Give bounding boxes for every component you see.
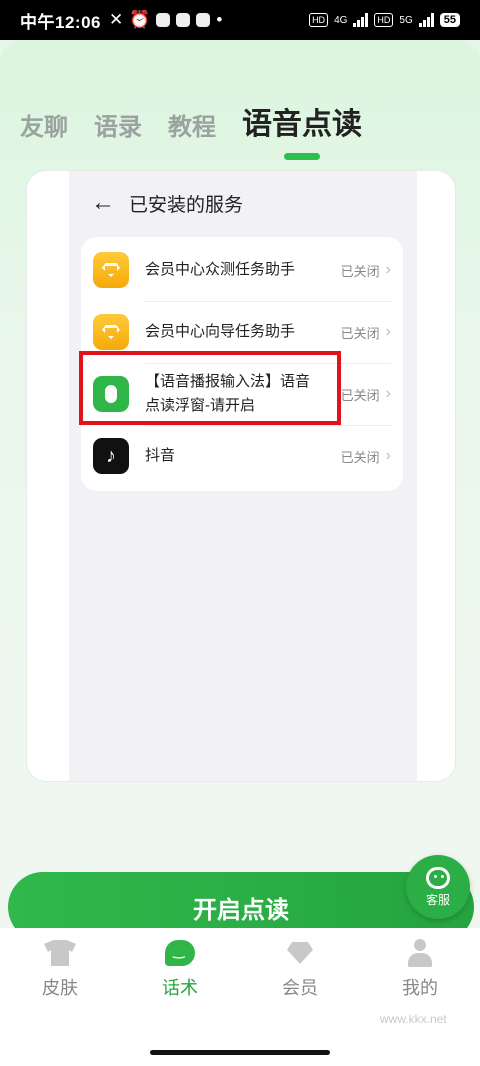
- service-name: 会员中心向导任务助手: [145, 323, 296, 340]
- service-row: 会员中心众测任务助手 已关闭 ›: [81, 239, 403, 301]
- service-status: 已关闭 ›: [340, 261, 391, 279]
- app-notification-icon: [196, 13, 211, 27]
- nav-label: 话术: [162, 978, 198, 998]
- service-name: 抖音: [145, 447, 176, 464]
- nav-skin[interactable]: 皮肤: [0, 928, 120, 1016]
- nav-label: 我的: [402, 978, 438, 998]
- person-icon: [403, 938, 437, 968]
- app-notification-icon: [176, 13, 191, 27]
- tab-yulu[interactable]: 语录: [94, 116, 142, 140]
- tab-youliao[interactable]: 友聊: [20, 116, 68, 140]
- watermark-text: www.kkx.net: [380, 1012, 447, 1026]
- status-time: 中午12:06: [20, 12, 101, 32]
- app-screen: 友聊 语录 教程 语音点读 ← 已安装的服务 会员中心众测任务助手 已关闭 › 会…: [0, 40, 480, 1066]
- service-status: 已关闭 ›: [340, 447, 391, 465]
- service-status: 已关闭 ›: [340, 385, 391, 403]
- chevron-right-icon: ›: [385, 261, 391, 278]
- chevron-right-icon: ›: [385, 447, 391, 464]
- tab-voice-read[interactable]: 语音点读: [242, 110, 362, 140]
- nav-label: 皮肤: [42, 978, 78, 998]
- dot-icon: •: [216, 10, 223, 29]
- preview-screen: ← 已安装的服务 会员中心众测任务助手 已关闭 › 会员中心向导任务助手 已关闭 ›: [69, 171, 417, 781]
- service-name: 会员中心众测任务助手: [145, 261, 296, 278]
- mute-icon: ✕: [108, 10, 124, 29]
- tab-jiaocheng[interactable]: 教程: [168, 116, 216, 140]
- status-right: HD 4G HD 5G 55: [309, 13, 460, 27]
- signal-bars-icon: [353, 13, 369, 27]
- chat-icon: [163, 938, 197, 968]
- customer-service-button[interactable]: 客服: [406, 855, 470, 919]
- preview-title: 已安装的服务: [129, 194, 244, 216]
- shirt-icon: [43, 938, 77, 968]
- battery-icon: 55: [439, 13, 460, 27]
- service-status: 已关闭 ›: [340, 323, 391, 341]
- signal-bars-icon: [418, 13, 434, 27]
- back-arrow-icon: ←: [91, 189, 115, 216]
- nav-label: 会员: [282, 978, 318, 998]
- headset-face-icon: [426, 866, 450, 889]
- nav-mine[interactable]: 我的: [360, 928, 480, 1016]
- nav-scripts[interactable]: 话术: [120, 928, 240, 1016]
- hd-badge: HD: [309, 13, 329, 27]
- status-bar: 中午12:06 ✕ ⏰ • HD 4G HD 5G 55: [0, 0, 480, 40]
- network-4g-label: 4G: [334, 14, 348, 26]
- tiktok-icon: ♪: [93, 438, 129, 474]
- customer-service-label: 客服: [425, 892, 450, 907]
- tutorial-preview-image: ← 已安装的服务 会员中心众测任务助手 已关闭 › 会员中心向导任务助手 已关闭 ›: [26, 170, 456, 782]
- preview-header: ← 已安装的服务: [91, 189, 243, 217]
- diamond-icon: [283, 938, 317, 968]
- nav-member[interactable]: 会员: [240, 928, 360, 1016]
- network-5g-label: 5G: [399, 14, 413, 26]
- hd-badge: HD: [374, 13, 394, 27]
- top-tabs: 友聊 语录 教程 语音点读: [20, 110, 362, 140]
- chevron-right-icon: ›: [385, 323, 391, 340]
- app-notification-icon: [156, 13, 171, 27]
- gold-diamond-icon: [93, 314, 129, 350]
- home-indicator[interactable]: [150, 1050, 330, 1055]
- alarm-icon: ⏰: [129, 10, 151, 29]
- bottom-nav: 皮肤 话术 会员 我的: [0, 928, 480, 1016]
- gold-diamond-icon: [93, 252, 129, 288]
- status-notification-icons: ✕ ⏰ •: [109, 10, 222, 30]
- highlight-box: [79, 351, 341, 425]
- service-row: ♪ 抖音 已关闭 ›: [81, 425, 403, 487]
- chevron-right-icon: ›: [385, 385, 391, 402]
